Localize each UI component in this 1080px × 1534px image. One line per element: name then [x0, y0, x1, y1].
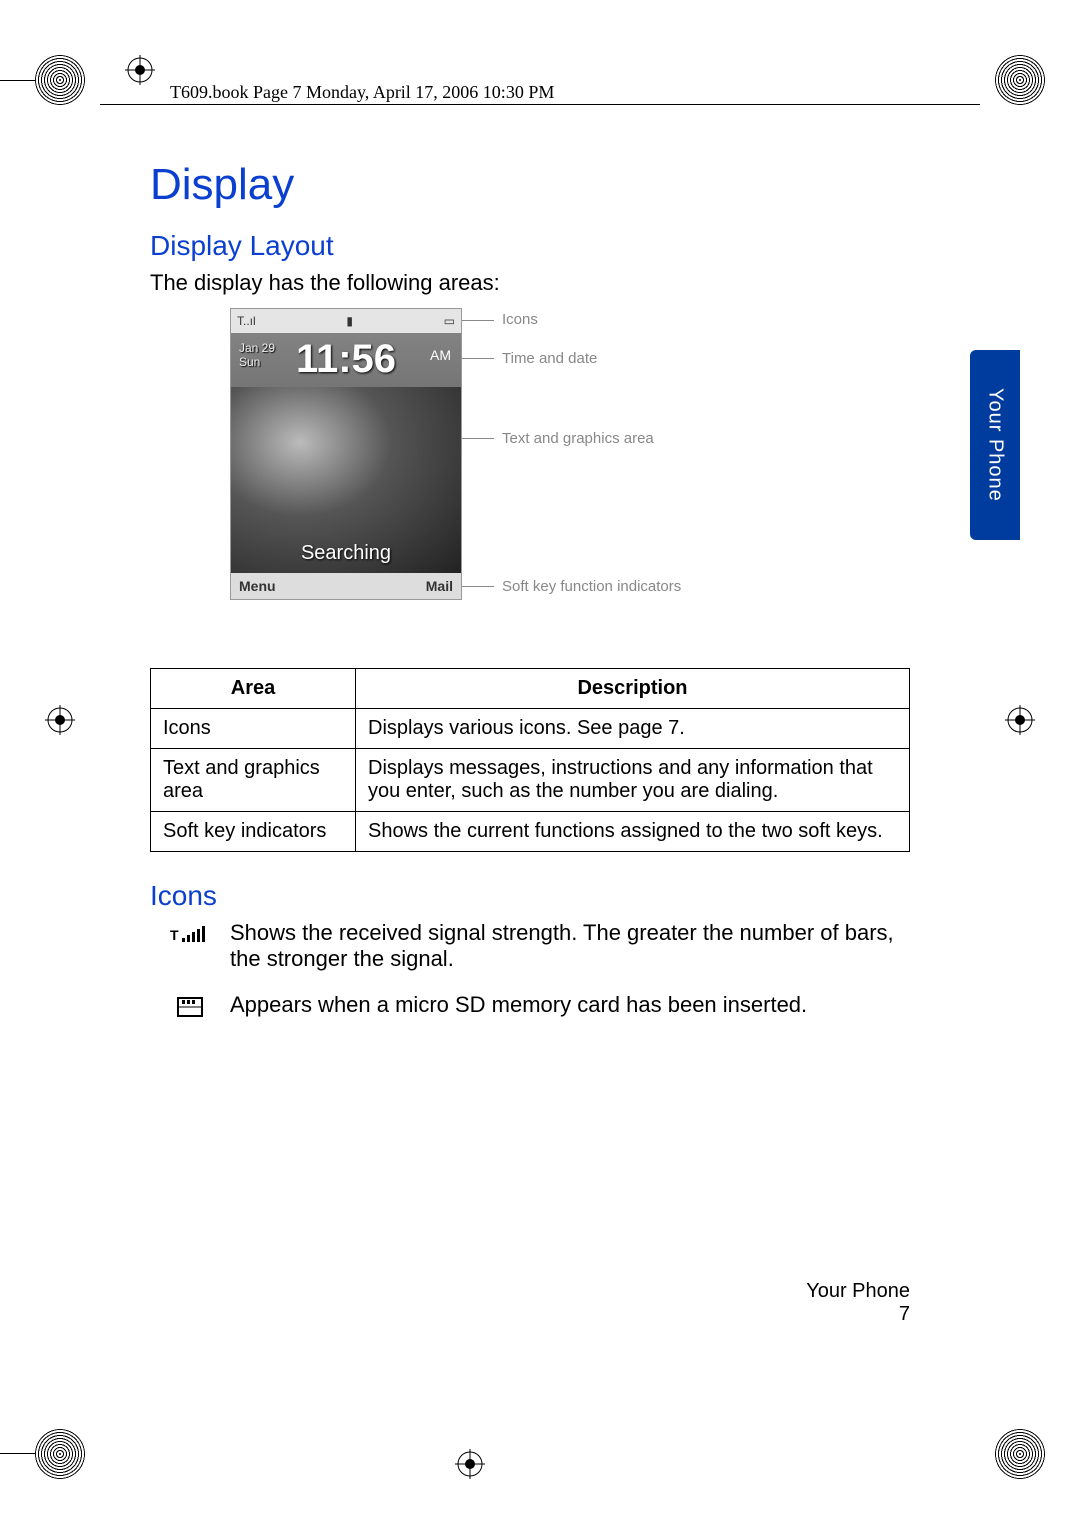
table-row: Text and graphics area Displays messages… — [151, 749, 910, 812]
table-header-area: Area — [151, 669, 356, 709]
table-cell-desc: Displays various icons. See page 7. — [356, 709, 910, 749]
table-row: Soft key indicators Shows the current fu… — [151, 812, 910, 852]
icon-description: Appears when a micro SD memory card has … — [230, 992, 910, 1018]
footer-page-number: 7 — [806, 1303, 910, 1326]
phone-status-text: Searching — [231, 542, 461, 565]
section-heading-icons: Icons — [150, 880, 910, 912]
section-heading-display-layout: Display Layout — [150, 230, 910, 262]
section-tab-label: Your Phone — [984, 388, 1007, 502]
page-header: T609.book Page 7 Monday, April 17, 2006 … — [100, 82, 980, 103]
table-cell-area: Soft key indicators — [151, 812, 356, 852]
footer-section: Your Phone — [806, 1280, 910, 1303]
registration-target — [45, 705, 75, 735]
table-cell-area: Text and graphics area — [151, 749, 356, 812]
phone-ampm: AM — [430, 347, 451, 363]
registration-target — [1005, 705, 1035, 735]
callout-line — [462, 438, 494, 439]
table-cell-area: Icons — [151, 709, 356, 749]
softkey-right: Mail — [426, 578, 453, 594]
signal-icon: T..ıl — [237, 314, 256, 328]
battery-icon: ▭ — [444, 314, 455, 328]
phone-clock: 11:56 — [231, 337, 461, 382]
icon-description-row: Appears when a micro SD memory card has … — [150, 992, 910, 1023]
signal-strength-icon: T — [150, 920, 230, 951]
registration-mark — [35, 55, 85, 105]
area-description-table: Area Description Icons Displays various … — [150, 668, 910, 852]
table-header-row: Area Description — [151, 669, 910, 709]
registration-target — [455, 1449, 485, 1479]
display-layout-diagram: T..ıl ▮ ▭ Jan 29 Sun 11:56 AM Searching … — [230, 308, 790, 618]
page-footer: Your Phone 7 — [806, 1280, 910, 1326]
table-header-description: Description — [356, 669, 910, 709]
registration-mark — [995, 1429, 1045, 1479]
header-text: T609.book Page 7 Monday, April 17, 2006 … — [170, 82, 554, 102]
callout-softkey: Soft key function indicators — [502, 578, 681, 595]
misc-icon: ▮ — [346, 314, 353, 328]
phone-icon-bar: T..ıl ▮ ▭ — [231, 309, 461, 333]
icon-description-row: T Shows the received signal strength. Th… — [150, 920, 910, 972]
crop-rule — [0, 1453, 35, 1454]
softkey-left: Menu — [239, 578, 276, 594]
icon-description: Shows the received signal strength. The … — [230, 920, 910, 972]
table-row: Icons Displays various icons. See page 7… — [151, 709, 910, 749]
registration-target — [125, 55, 155, 85]
crop-rule — [0, 80, 35, 81]
intro-text: The display has the following areas: — [150, 270, 910, 296]
svg-text:T: T — [170, 927, 179, 943]
sd-card-icon — [150, 992, 230, 1023]
header-divider — [100, 104, 980, 105]
registration-mark — [35, 1429, 85, 1479]
callout-line — [462, 358, 494, 359]
callout-line — [462, 320, 494, 321]
page-title: Display — [150, 160, 910, 210]
callout-icons: Icons — [502, 311, 538, 328]
callout-line — [462, 586, 494, 587]
phone-softkey-bar: Menu Mail — [231, 573, 461, 599]
table-cell-desc: Shows the current functions assigned to … — [356, 812, 910, 852]
callout-time: Time and date — [502, 350, 597, 367]
phone-screen: T..ıl ▮ ▭ Jan 29 Sun 11:56 AM Searching … — [230, 308, 462, 600]
callout-text-area: Text and graphics area — [502, 430, 654, 447]
section-tab: Your Phone — [970, 350, 1020, 540]
table-cell-desc: Displays messages, instructions and any … — [356, 749, 910, 812]
registration-mark — [995, 55, 1045, 105]
